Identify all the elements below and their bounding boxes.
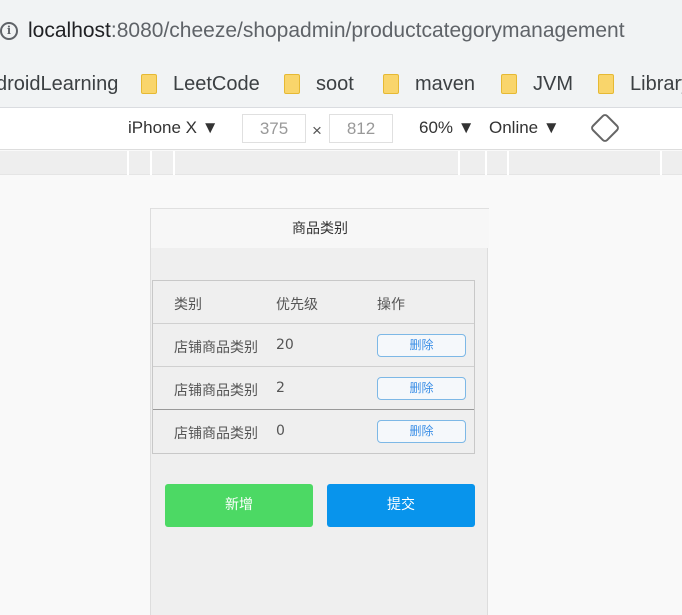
bookmark-item[interactable]: droidLearning [0,70,118,98]
network-value: Online [489,118,539,137]
url-text[interactable]: localhost:8080/cheeze/shopadmin/productc… [28,19,625,43]
page-title: 商品类别 [151,208,489,248]
delete-button[interactable]: 删除 [377,377,466,400]
zoom-value: 60% [419,118,454,137]
url-host: localhost [28,19,111,42]
table-row: 店铺商品类别 2 删除 [153,367,474,410]
bookmark-item[interactable]: Library [598,70,682,98]
category-priority: 2 [276,380,285,396]
category-priority: 0 [276,423,285,439]
category-name: 店铺商品类别 [174,383,258,399]
times-icon: × [312,121,322,140]
delete-button[interactable]: 删除 [377,334,466,357]
bookmark-label: LeetCode [173,72,260,95]
folder-icon [141,74,157,94]
add-button[interactable]: 新增 [165,484,313,527]
bookmarks-bar: droidLearning LeetCode soot maven JVM Li… [0,60,682,108]
ruler-tick [660,151,662,175]
table-header-row: 类别 优先级 操作 [153,281,474,324]
ruler-tick [127,151,129,175]
height-input[interactable]: 812 [329,114,393,143]
width-input[interactable]: 375 [242,114,306,143]
folder-icon [598,74,614,94]
ruler-tick [150,151,152,175]
zoom-select[interactable]: 60% ▼ [419,118,475,138]
table-row: 店铺商品类别 0 删除 [153,410,474,453]
chevron-down-icon: ▼ [201,118,219,137]
category-name: 店铺商品类别 [174,340,258,356]
ruler-tick [458,151,460,175]
folder-icon [284,74,300,94]
folder-icon [383,74,399,94]
device-toolbar: iPhone X ▼ 375 × 812 60% ▼ Online ▼ [0,108,682,150]
table-row: 店铺商品类别 20 删除 [153,324,474,367]
header-action: 操作 [377,297,405,313]
address-bar[interactable]: i localhost:8080/cheeze/shopadmin/produc… [0,0,682,60]
category-priority: 20 [276,337,294,353]
chevron-down-icon: ▼ [457,118,475,137]
bookmark-label: maven [415,72,476,95]
submit-button[interactable]: 提交 [327,484,475,527]
ruler-tick [173,151,175,175]
bookmark-label: soot [316,72,354,95]
ruler-tick [507,151,509,175]
delete-button[interactable]: 删除 [377,420,466,443]
bookmark-item[interactable]: maven [383,70,475,98]
info-icon[interactable]: i [0,22,18,40]
bookmark-item[interactable]: LeetCode [141,70,260,98]
folder-icon [501,74,517,94]
bookmark-item[interactable]: JVM [501,70,573,98]
device-viewport: 商品类别 类别 优先级 操作 店铺商品类别 20 删除 店铺商品类别 2 删除 … [150,208,489,615]
header-category: 类别 [174,297,202,313]
network-select[interactable]: Online ▼ [489,118,560,138]
device-select[interactable]: iPhone X ▼ [128,118,219,138]
url-path: :8080/cheeze/shopadmin/productcategoryma… [110,19,625,42]
media-query-ruler[interactable] [0,151,682,175]
bookmark-label: Library [630,72,682,95]
category-name: 店铺商品类别 [174,426,258,442]
bookmark-item[interactable]: soot [284,70,354,98]
chevron-down-icon: ▼ [542,118,560,137]
ruler-tick [485,151,487,175]
bookmark-label: droidLearning [0,72,119,95]
device-name: iPhone X [128,118,197,137]
header-priority: 优先级 [276,297,318,313]
category-table: 类别 优先级 操作 店铺商品类别 20 删除 店铺商品类别 2 删除 店铺商品类… [152,280,475,454]
bookmark-label: JVM [533,72,573,95]
